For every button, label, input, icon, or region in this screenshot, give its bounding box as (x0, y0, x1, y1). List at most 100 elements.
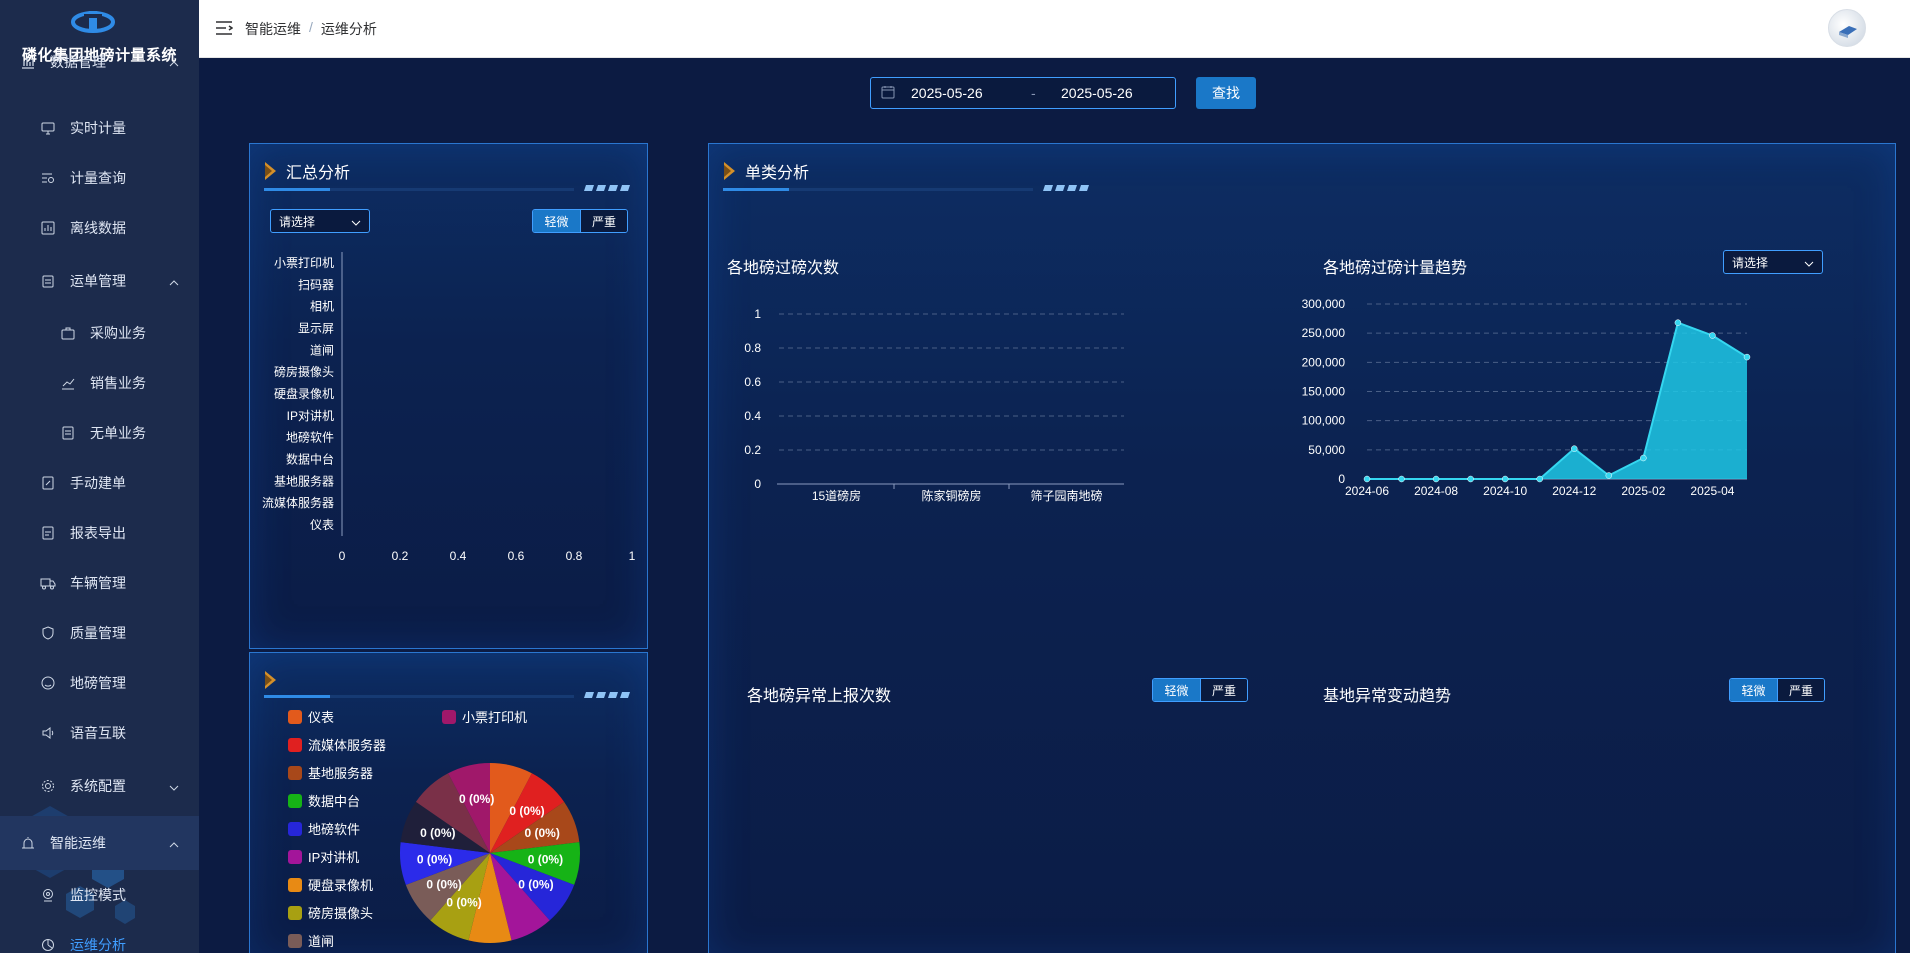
menu-waybill[interactable]: 运单管理 (0, 256, 199, 306)
menu-no-order[interactable]: 无单业务 (0, 408, 199, 458)
menu-sales[interactable]: 销售业务 (0, 358, 199, 408)
y-tick-label: 50,000 (1308, 443, 1345, 457)
severity-toggle[interactable]: 轻微 严重 (1152, 678, 1248, 702)
chart-title-fault-trend: 基地异常变动趋势 (1323, 688, 1452, 705)
x-tick-label: 2025-04 (1690, 484, 1734, 498)
hamburger-icon[interactable] (215, 20, 234, 41)
legend-label: 数据中台 (308, 794, 361, 809)
data-point (1363, 475, 1371, 483)
menu-ops-analysis[interactable]: 运维分析 (0, 920, 199, 953)
legend-label: IP对讲机 (308, 850, 360, 865)
legend-item[interactable]: 基地服务器 (288, 763, 373, 782)
toggle-minor[interactable]: 轻微 (1730, 679, 1777, 701)
trend-select[interactable]: 请选择 (1723, 250, 1823, 274)
toggle-severe[interactable]: 严重 (1777, 679, 1824, 701)
legend-item[interactable]: 硬盘录像机 (288, 875, 373, 894)
y-tick-label: 硬盘录像机 (274, 386, 334, 401)
legend-swatch (288, 765, 302, 780)
menu-label: 运维分析 (70, 937, 126, 953)
date-end-input[interactable]: 2025-05-26 (1061, 85, 1133, 101)
legend-item[interactable]: 数据中台 (288, 791, 360, 810)
menu-system-config[interactable]: 系统配置 (0, 761, 199, 811)
top-header: 智能运维 / 运维分析 (199, 0, 1910, 58)
x-tick-label: 15道磅房 (812, 488, 861, 503)
y-tick-label: 磅房摄像头 (274, 364, 334, 379)
menu-manual-order[interactable]: 手动建单 (0, 458, 199, 508)
menu-label: 报表导出 (70, 525, 126, 541)
menu-report-export[interactable]: 报表导出 (0, 508, 199, 558)
search-doc-icon (40, 170, 56, 186)
panel-title: 汇总分析 (286, 165, 351, 182)
menu-smart-ops[interactable]: 智能运维 (0, 816, 199, 870)
y-tick-label: 仪表 (310, 518, 334, 532)
menu-quality[interactable]: 质量管理 (0, 608, 199, 658)
menu-scale[interactable]: 地磅管理 (0, 658, 199, 708)
legend-label: 磅房摄像头 (308, 906, 374, 921)
pie-panel: 仪表 小票打印机流媒体服务器 基地服务器数据中台地磅软件 IP对讲机硬盘录像机磅房摄像… (249, 652, 648, 953)
toggle-minor[interactable]: 轻微 (533, 210, 580, 232)
menu-voice[interactable]: 语音互联 (0, 708, 199, 758)
severity-toggle[interactable]: 轻微 严重 (532, 209, 628, 233)
date-start-input[interactable]: 2025-05-26 (911, 85, 1031, 101)
menu-realtime[interactable]: 实时计量 (0, 103, 199, 153)
trend-icon (60, 375, 76, 391)
legend-swatch (288, 737, 302, 752)
toggle-severe[interactable]: 严重 (580, 210, 627, 232)
device-select[interactable]: 请选择 (270, 209, 370, 233)
x-tick-label: 0.6 (508, 549, 525, 563)
menu-query[interactable]: 计量查询 (0, 153, 199, 203)
legend-item[interactable]: 流媒体服务器 (288, 735, 386, 754)
panel-underline (264, 188, 574, 191)
x-tick-label: 0.4 (450, 549, 467, 563)
search-button[interactable]: 查找 (1196, 77, 1256, 109)
pie-label: 0 (0%) (528, 853, 563, 867)
menu-vehicle[interactable]: 车辆管理 (0, 558, 199, 608)
weight-trend-area-chart: 050,000100,000150,000200,000250,000300,0… (1302, 297, 1751, 498)
menu-data-management[interactable]: 数据管理 (0, 50, 199, 74)
data-point (1640, 454, 1647, 462)
legend-swatch (288, 933, 302, 948)
camera-icon (40, 887, 56, 903)
menu-purchase[interactable]: 采购业务 (0, 308, 199, 358)
y-tick-label: 相机 (310, 300, 334, 314)
chart-title-scale-count: 各地磅过磅次数 (727, 260, 840, 277)
toggle-minor[interactable]: 轻微 (1153, 679, 1200, 701)
toggle-severe[interactable]: 严重 (1200, 679, 1247, 701)
legend-label: 道闸 (308, 934, 335, 949)
avatar[interactable] (1828, 9, 1866, 47)
y-tick-label: 300,000 (1302, 297, 1346, 311)
calendar-icon (881, 85, 895, 102)
legend-swatch (288, 849, 302, 864)
monitor-icon (40, 120, 56, 136)
summary-panel: 汇总分析 请选择 轻微 严重 小票打印机 扫码器 相机 显示屏 道闸 磅房摄像头 硬盘录像机… (249, 143, 648, 649)
date-range-picker[interactable]: 2025-05-26 - 2025-05-26 (870, 77, 1176, 109)
logo-icon (71, 11, 115, 33)
legend-item[interactable]: 磅房摄像头 (288, 903, 373, 922)
breadcrumb-item[interactable]: 智能运维 (245, 19, 301, 39)
date-separator: - (1031, 85, 1036, 101)
legend-item[interactable]: 地磅软件 (288, 819, 360, 838)
menu-label: 手动建单 (70, 475, 126, 491)
y-tick-label: 基地服务器 (274, 473, 334, 488)
arrow-marker-icon (265, 671, 276, 689)
x-tick-label: 2024-06 (1345, 484, 1389, 498)
menu-offline[interactable]: 离线数据 (0, 203, 199, 253)
y-tick-label: 扫码器 (298, 278, 334, 292)
legend-item[interactable]: IP对讲机 (288, 847, 359, 866)
legend-swatch (288, 877, 302, 892)
legend-item[interactable]: 仪表 (288, 707, 334, 726)
severity-toggle[interactable]: 轻微 严重 (1729, 678, 1825, 702)
truck-icon (40, 575, 56, 591)
data-point (1501, 475, 1509, 483)
shield-icon (40, 625, 56, 641)
menu-monitor-mode[interactable]: 监控模式 (0, 870, 199, 920)
menu-label: 地磅管理 (70, 675, 126, 691)
y-tick-label: 道闸 (310, 343, 334, 357)
legend-item[interactable]: 小票打印机 (442, 707, 527, 726)
decorative-stripes (584, 185, 630, 191)
legend-swatch (288, 793, 302, 808)
menu-label: 质量管理 (70, 625, 126, 641)
legend-label: 硬盘录像机 (308, 878, 374, 893)
sidebar: 磷化集团地磅计量系统 数据管理 实时计量 计量查询 离线数据 运单管理 采购业务… (0, 0, 199, 953)
legend-item[interactable]: 道闸 (288, 931, 334, 950)
